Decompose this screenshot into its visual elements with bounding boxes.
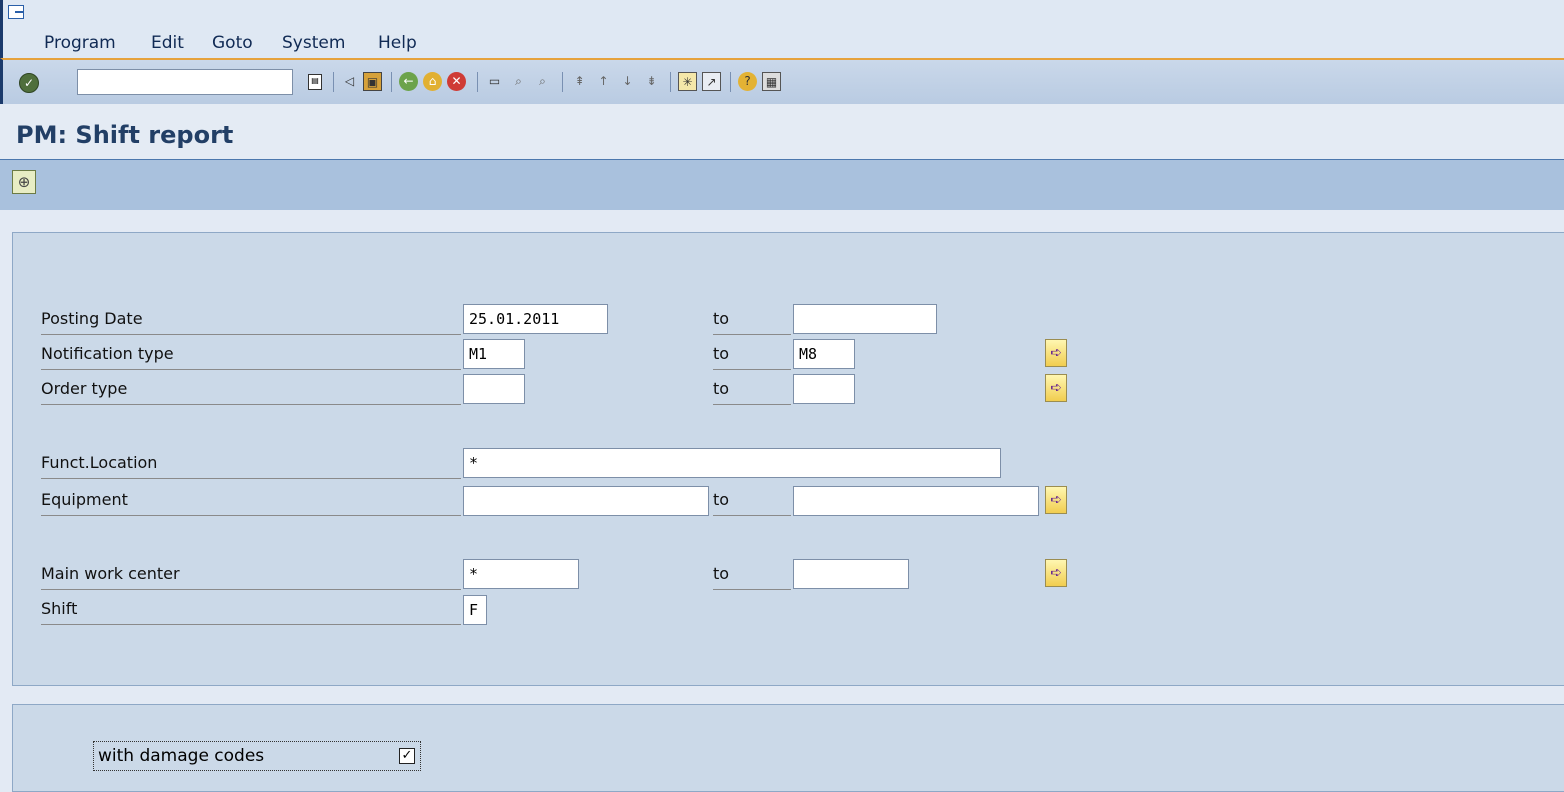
multiple-selection-button[interactable]: ➪ — [1045, 339, 1067, 367]
back-icon[interactable]: ← — [399, 72, 418, 91]
multiple-selection-button[interactable]: ➪ — [1045, 559, 1067, 587]
options-panel: with damage codes ✓ — [12, 704, 1564, 792]
shift-label: Shift — [41, 599, 461, 625]
functional-location-input[interactable]: * — [463, 448, 1001, 478]
shortcut-icon[interactable]: ↗ — [702, 72, 721, 91]
notification-type-to-label: to — [713, 344, 791, 370]
help-icon[interactable]: ? — [738, 72, 757, 91]
posting-date-to-label: to — [713, 309, 791, 335]
execute-button[interactable]: ⊕ — [12, 170, 36, 194]
find-icon[interactable]: ⌕ — [509, 72, 528, 91]
equipment-label: Equipment — [41, 490, 461, 516]
command-history-icon[interactable]: ▤ — [308, 74, 322, 90]
order-type-to-input[interactable] — [793, 374, 855, 404]
back-arrow-icon[interactable]: ◁ — [340, 72, 359, 91]
layout-icon[interactable]: ▦ — [762, 72, 781, 91]
menu-item-goto[interactable]: Goto — [212, 33, 253, 53]
first-page-icon[interactable]: ⇞ — [570, 72, 589, 91]
menu-item-help[interactable]: Help — [378, 33, 417, 53]
enter-icon[interactable]: ✓ — [19, 73, 39, 93]
menu-item-edit[interactable]: Edit — [151, 33, 184, 53]
shift-input[interactable]: F — [463, 595, 487, 625]
menu-bar: Program Edit Goto System Help — [0, 0, 1564, 58]
functional-location-label: Funct.Location — [41, 453, 461, 479]
main-work-center-label: Main work center — [41, 564, 461, 590]
toolbar-separator — [730, 72, 731, 92]
toolbar-separator — [562, 72, 563, 92]
main-work-center-to-label: to — [713, 564, 791, 590]
notification-type-label: Notification type — [41, 344, 461, 370]
notification-type-from-input[interactable]: M1 — [463, 339, 525, 369]
toolbar-separator — [391, 72, 392, 92]
find-next-icon[interactable]: ⌕ — [533, 72, 552, 91]
multiple-selection-button[interactable]: ➪ — [1045, 374, 1067, 402]
standard-toolbar: ✓ ▤ ◁ ▣ ← ⌂ ✕ ▭ ⌕ ⌕ ⇞ ↑ ↓ ⇟ ✳ ↗ ? ▦ — [0, 58, 1564, 104]
application-toolbar: ⊕ — [0, 160, 1564, 210]
print-icon[interactable]: ▭ — [485, 72, 504, 91]
posting-date-label: Posting Date — [41, 309, 461, 335]
multiple-selection-button[interactable]: ➪ — [1045, 486, 1067, 514]
order-type-from-input[interactable] — [463, 374, 525, 404]
menu-item-program[interactable]: Program — [44, 33, 116, 53]
posting-date-from-input[interactable]: 25.01.2011 — [463, 304, 608, 334]
next-page-icon[interactable]: ↓ — [618, 72, 637, 91]
toolbar-separator — [477, 72, 478, 92]
toolbar-separator — [333, 72, 334, 92]
cancel-icon[interactable]: ✕ — [447, 72, 466, 91]
with-damage-codes-label: with damage codes — [98, 746, 265, 766]
posting-date-to-input[interactable] — [793, 304, 937, 334]
command-field[interactable] — [77, 69, 293, 95]
with-damage-codes-option[interactable]: with damage codes ✓ — [93, 741, 421, 771]
equipment-to-input[interactable] — [793, 486, 1039, 516]
main-work-center-to-input[interactable] — [793, 559, 909, 589]
equipment-from-input[interactable] — [463, 486, 709, 516]
menu-item-system[interactable]: System — [282, 33, 345, 53]
last-page-icon[interactable]: ⇟ — [642, 72, 661, 91]
notification-type-to-input[interactable]: M8 — [793, 339, 855, 369]
order-type-to-label: to — [713, 379, 791, 405]
order-type-label: Order type — [41, 379, 461, 405]
page-title: PM: Shift report — [16, 121, 234, 149]
menu-launch-icon[interactable] — [8, 5, 24, 19]
title-bar: PM: Shift report — [0, 104, 1564, 160]
previous-page-icon[interactable]: ↑ — [594, 72, 613, 91]
create-session-icon[interactable]: ✳ — [678, 72, 697, 91]
main-work-center-from-input[interactable]: * — [463, 559, 579, 589]
equipment-to-label: to — [713, 490, 791, 516]
save-icon[interactable]: ▣ — [363, 72, 382, 91]
selection-panel: Posting Date 25.01.2011 to Notification … — [12, 232, 1564, 686]
toolbar-separator — [670, 72, 671, 92]
with-damage-codes-checkbox[interactable]: ✓ — [399, 748, 415, 764]
exit-icon[interactable]: ⌂ — [423, 72, 442, 91]
